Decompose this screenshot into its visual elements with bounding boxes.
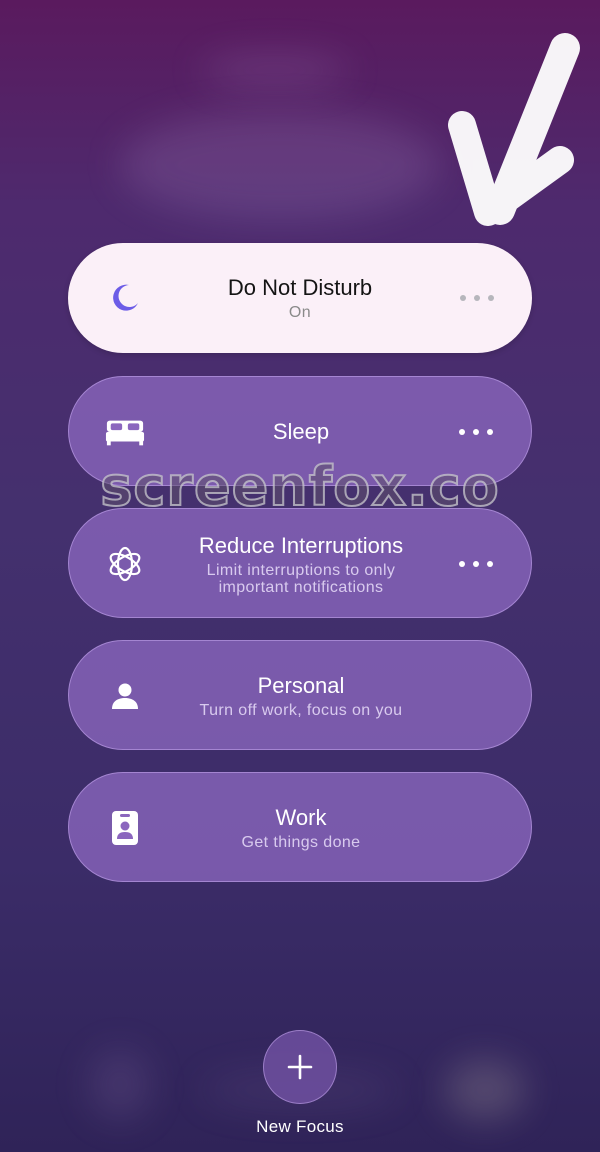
more-options-icon[interactable] [460,288,494,308]
more-options-icon[interactable] [459,422,493,442]
new-focus-button[interactable] [263,1030,337,1104]
annotation-arrow [448,33,580,226]
focus-title: Do Not Disturb [227,275,373,300]
focus-title: Personal [257,673,345,698]
id-badge-icon [105,806,145,850]
focus-description: Turn off work, focus on you [199,702,403,719]
watermark: screenfox.co [99,454,500,519]
focus-title: Reduce Interruptions [198,532,404,558]
bed-icon [105,410,145,454]
focus-title: Work [275,805,327,830]
person-icon [105,674,145,718]
moon-icon [104,276,144,320]
focus-description-line2: important notifications [218,578,384,596]
focus-personal[interactable]: Personal Turn off work, focus on you [68,640,532,750]
flower-icon [105,542,145,586]
focus-title: Sleep [272,419,330,444]
focus-description-line1: Limit interruptions to only [206,561,396,579]
focus-status: On [288,304,312,321]
more-options-icon[interactable] [459,554,493,574]
focus-reduce-interruptions[interactable]: Reduce Interruptions Limit interruptions… [68,508,532,618]
focus-do-not-disturb[interactable]: Do Not Disturb On [68,243,532,353]
focus-work[interactable]: Work Get things done [68,772,532,882]
focus-description: Get things done [241,834,361,851]
plus-icon [287,1054,313,1080]
new-focus-label: New Focus [256,1117,344,1136]
